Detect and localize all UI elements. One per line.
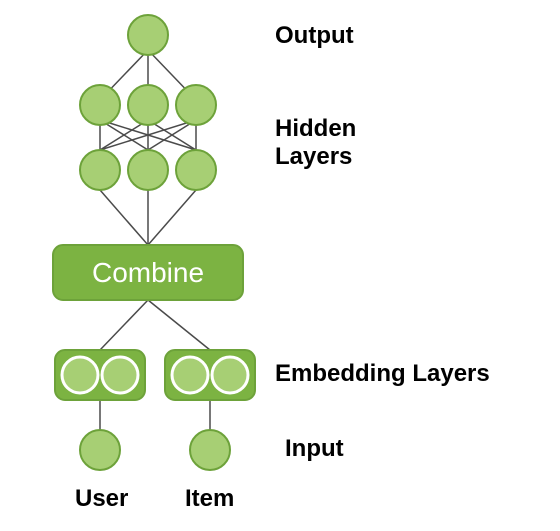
input-user-node: [80, 430, 120, 470]
diagram-svg: Combine: [0, 0, 560, 526]
label-item: Item: [185, 485, 234, 513]
hidden-node: [80, 150, 120, 190]
hidden-node: [176, 150, 216, 190]
nn-diagram: Combine Output Hidden Layers Embedding L…: [0, 0, 560, 526]
hidden-node: [80, 85, 120, 125]
label-hidden: Hidden Layers: [275, 115, 356, 170]
combine-label: Combine: [92, 257, 204, 288]
label-output: Output: [275, 22, 354, 50]
embedding-user: [55, 350, 145, 400]
label-input: Input: [285, 435, 344, 463]
hidden-node: [128, 150, 168, 190]
embedding-item: [165, 350, 255, 400]
output-node: [128, 15, 168, 55]
hidden-node: [128, 85, 168, 125]
input-item-node: [190, 430, 230, 470]
label-user: User: [75, 485, 128, 513]
label-embedding: Embedding Layers: [275, 360, 490, 388]
hidden-node: [176, 85, 216, 125]
